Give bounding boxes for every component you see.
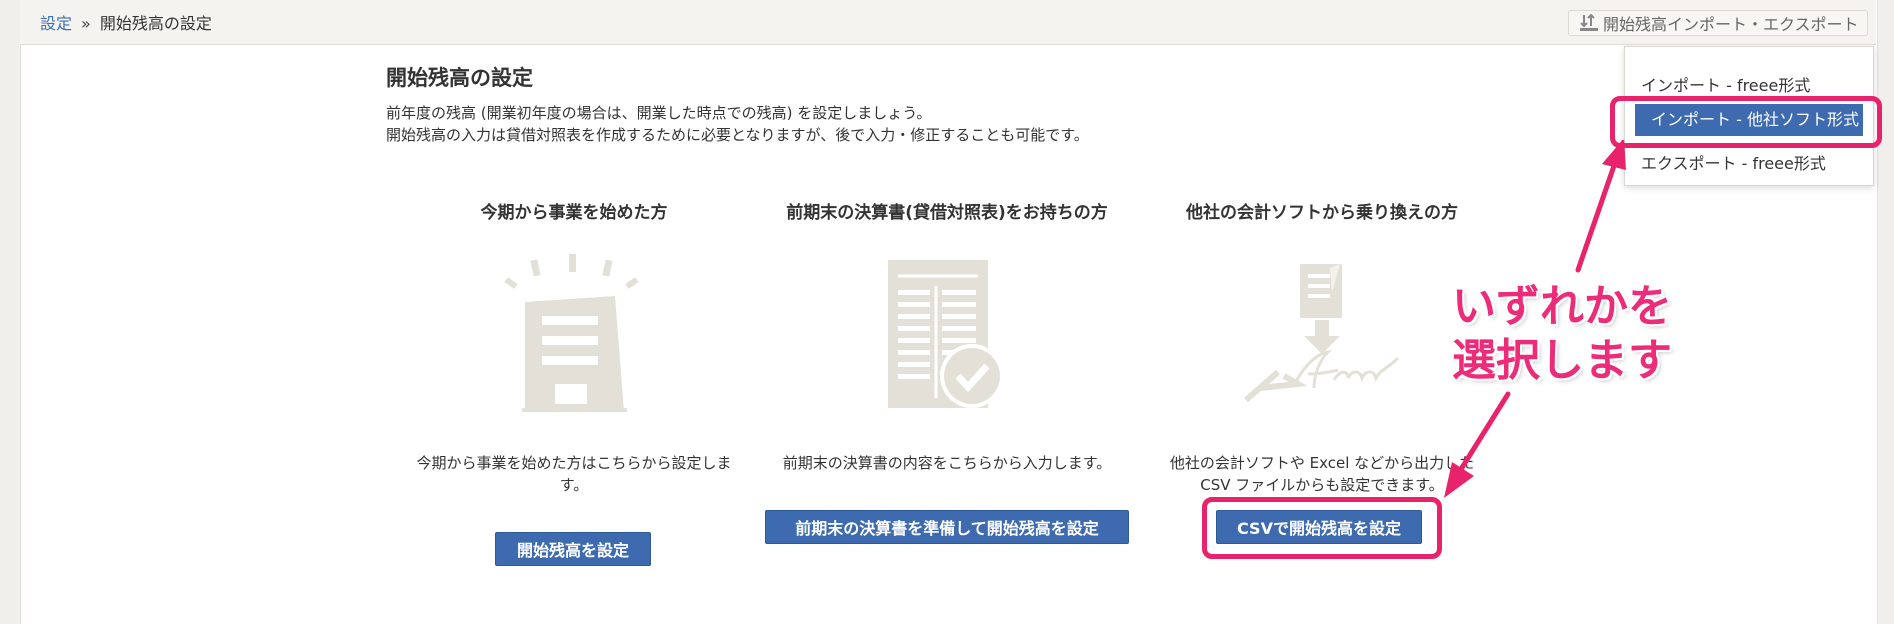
set-opening-balance-button[interactable]: 開始残高を設定	[495, 532, 651, 566]
import-export-icon	[1580, 14, 1598, 31]
highlight-menu-item	[1610, 96, 1882, 148]
annotation-callout: いずれかを 選択します	[1452, 280, 1672, 388]
option-text: 前期末の決算書の内容をこちらから入力します。	[766, 452, 1128, 474]
csv-import-icon	[1244, 264, 1400, 403]
page-description-line: 開始残高の入力は貸借対照表を作成するために必要となりますが、後で入力・修正するこ…	[386, 126, 1089, 144]
content: 開始残高の設定 前年度の残高 (開業初年度の場合は、開業した時点での残高) を設…	[386, 62, 1586, 146]
breadcrumb-separator: »	[81, 14, 91, 33]
import-export-button[interactable]: 開始残高インポート・エクスポート	[1568, 10, 1868, 36]
annotation-line: いずれかを	[1452, 281, 1672, 332]
menu-item-import-freee[interactable]: インポート - freee形式	[1641, 72, 1810, 96]
option-description-line: 前期末の決算書の内容をこちらから入力します。	[782, 454, 1112, 472]
option-description-line: 今期から事業を始めた方はこちらから設定しま	[416, 454, 732, 472]
page-title: 開始残高の設定	[386, 66, 533, 90]
balance-sheet-icon	[888, 260, 1004, 408]
annotation-line: 選択します	[1452, 335, 1672, 386]
import-export-label: 開始残高インポート・エクスポート	[1603, 15, 1859, 34]
breadcrumb-settings-link[interactable]: 設定	[40, 14, 72, 33]
option-description-line: す。	[559, 476, 589, 494]
breadcrumb: 設定 » 開始残高の設定	[40, 10, 212, 34]
option-title: 今期から事業を始めた方	[480, 203, 668, 223]
highlight-csv-button	[1202, 497, 1442, 559]
option-balance-sheet: 前期末の決算書(貸借対照表)をお持ちの方	[766, 198, 1128, 223]
option-title: 前期末の決算書(貸借対照表)をお持ちの方	[786, 203, 1108, 223]
breadcrumb-current: 開始残高の設定	[99, 14, 212, 33]
page-description-line: 前年度の残高 (開業初年度の場合は、開業した時点での残高) を設定しましょう。	[386, 104, 932, 122]
page-description: 前年度の残高 (開業初年度の場合は、開業した時点での残高) を設定しましょう。 …	[386, 102, 1586, 146]
menu-item-export-freee[interactable]: エクスポート - freee形式	[1641, 150, 1826, 174]
option-new-business: 今期から事業を始めた方	[394, 198, 754, 223]
option-text: 今期から事業を始めた方はこちらから設定しま す。	[394, 452, 754, 496]
building-icon	[504, 254, 639, 412]
prepare-financial-statement-button[interactable]: 前期末の決算書を準備して開始残高を設定	[765, 510, 1129, 544]
